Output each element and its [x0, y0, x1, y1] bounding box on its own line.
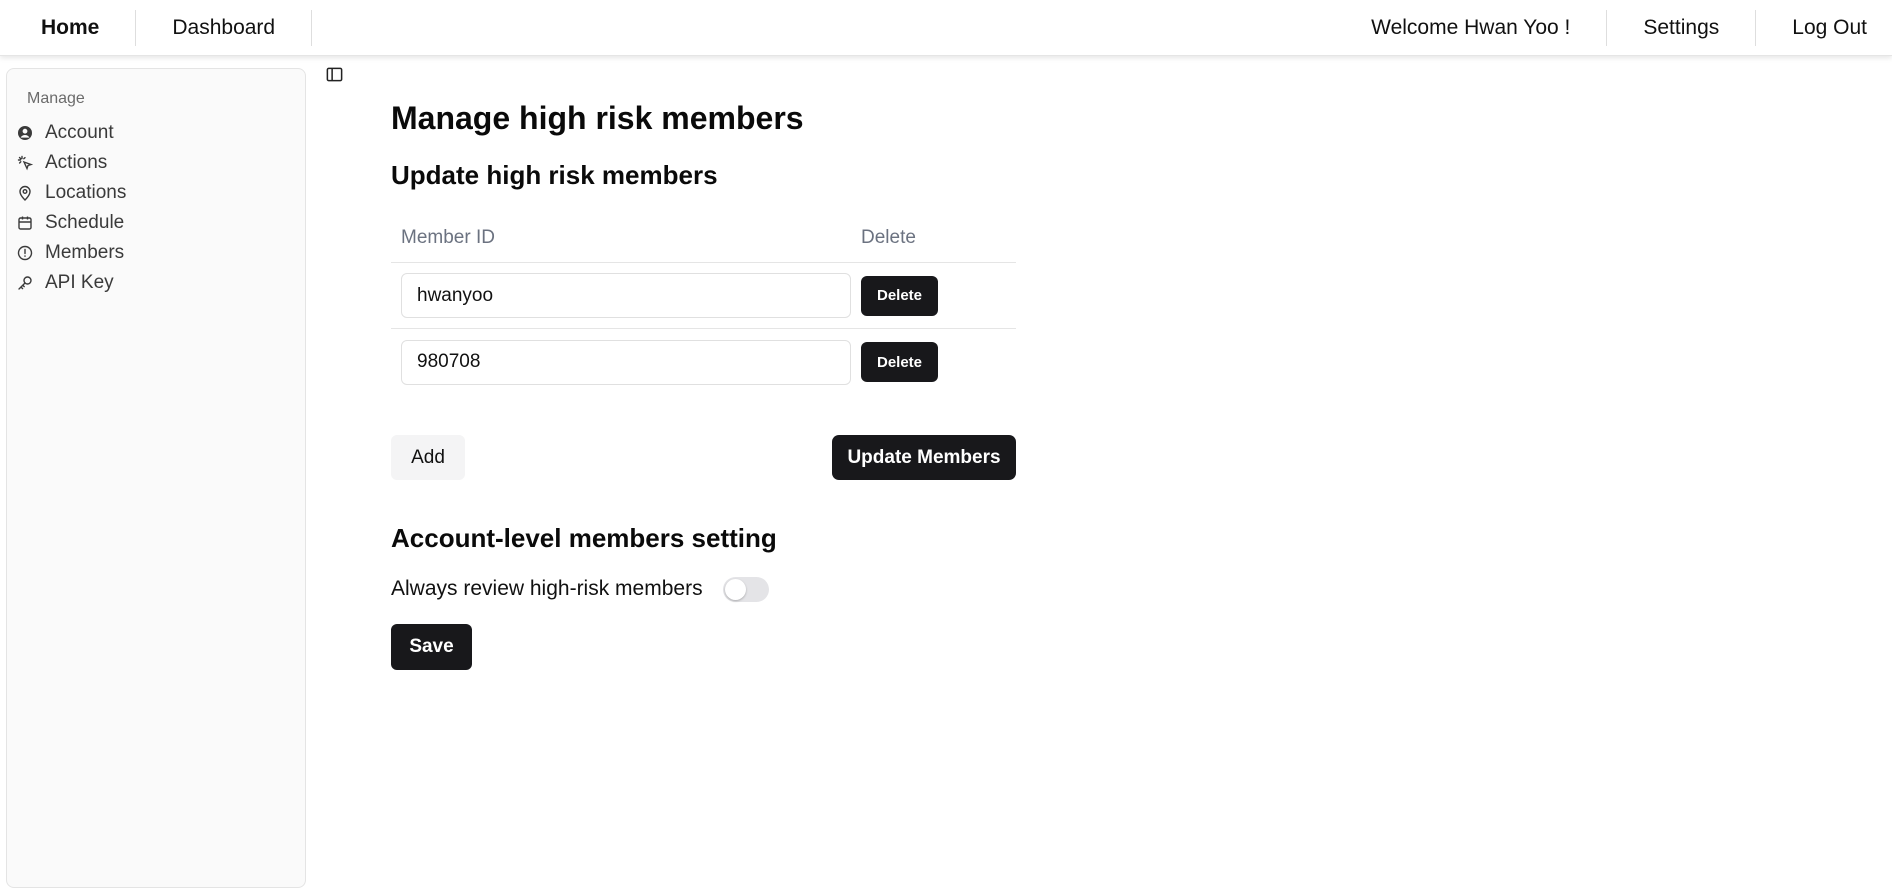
sidebar-item-account[interactable]: Account: [17, 118, 297, 148]
page-title: Manage high risk members: [391, 100, 804, 136]
delete-member-button[interactable]: Delete: [861, 342, 938, 382]
nav-dashboard-link[interactable]: Dashboard: [136, 0, 311, 56]
sidebar-menu: Account Actions Locations Schedule Membe…: [17, 118, 297, 298]
always-review-setting-row: Always review high-risk members: [391, 576, 769, 602]
nav-left-group: Home Dashboard: [0, 0, 313, 56]
save-button[interactable]: Save: [391, 624, 472, 670]
top-navigation-bar: Home Dashboard Welcome Hwan Yoo ! Settin…: [0, 0, 1892, 56]
member-id-cell: [391, 273, 861, 318]
members-table: Member ID Delete Delete Delete: [391, 214, 1016, 395]
delete-member-button[interactable]: Delete: [861, 275, 938, 316]
calendar-icon: [17, 215, 33, 231]
sidebar-item-api-key[interactable]: API Key: [17, 268, 297, 298]
sidebar-item-label: Schedule: [45, 212, 125, 233]
sidebar-item-schedule[interactable]: Schedule: [17, 208, 297, 238]
nav-home-link[interactable]: Home: [0, 0, 135, 56]
sidebar-group-label: Manage: [27, 90, 85, 107]
member-id-input[interactable]: [401, 339, 851, 385]
sidebar-item-label: Account: [45, 122, 114, 143]
member-id-cell: [391, 339, 861, 385]
sidebar-item-locations[interactable]: Locations: [17, 178, 297, 208]
always-review-toggle[interactable]: [722, 576, 769, 602]
account-setting-section-title: Account-level members setting: [391, 523, 777, 553]
map-pin-icon: [17, 185, 33, 201]
sidebar: Manage Account Actions Locations Schedul…: [6, 68, 306, 888]
sidebar-toggle-button[interactable]: [324, 67, 344, 87]
sidebar-item-label: Actions: [45, 152, 108, 173]
key-icon: [17, 275, 33, 291]
member-id-input[interactable]: [401, 273, 851, 318]
table-row: Delete: [391, 263, 1016, 329]
alert-circle-icon: [17, 245, 33, 261]
table-header-row: Member ID Delete: [391, 214, 1016, 263]
sidebar-item-label: Locations: [45, 182, 127, 203]
table-row: Delete: [391, 329, 1016, 395]
nav-logout-link[interactable]: Log Out: [1756, 0, 1892, 56]
nav-right-group: Welcome Hwan Yoo ! Settings Log Out: [1335, 0, 1892, 56]
user-circle-icon: [17, 125, 33, 141]
nav-settings-link[interactable]: Settings: [1607, 0, 1755, 56]
pointer-click-icon: [17, 155, 33, 171]
delete-column-header: Delete: [861, 227, 916, 248]
sidebar-item-members[interactable]: Members: [17, 238, 297, 268]
always-review-label: Always review high-risk members: [391, 577, 703, 600]
nav-divider: [311, 10, 313, 46]
member-id-column-header: Member ID: [401, 227, 495, 248]
sidebar-toggle-icon: [325, 65, 344, 89]
update-members-button[interactable]: Update Members: [832, 435, 1016, 480]
sidebar-item-label: Members: [45, 242, 125, 263]
add-member-button[interactable]: Add: [391, 435, 465, 480]
sidebar-item-label: API Key: [45, 272, 114, 293]
welcome-message: Welcome Hwan Yoo !: [1371, 16, 1571, 39]
update-members-section-title: Update high risk members: [391, 160, 718, 190]
toggle-knob: [724, 578, 746, 600]
sidebar-item-actions[interactable]: Actions: [17, 148, 297, 178]
